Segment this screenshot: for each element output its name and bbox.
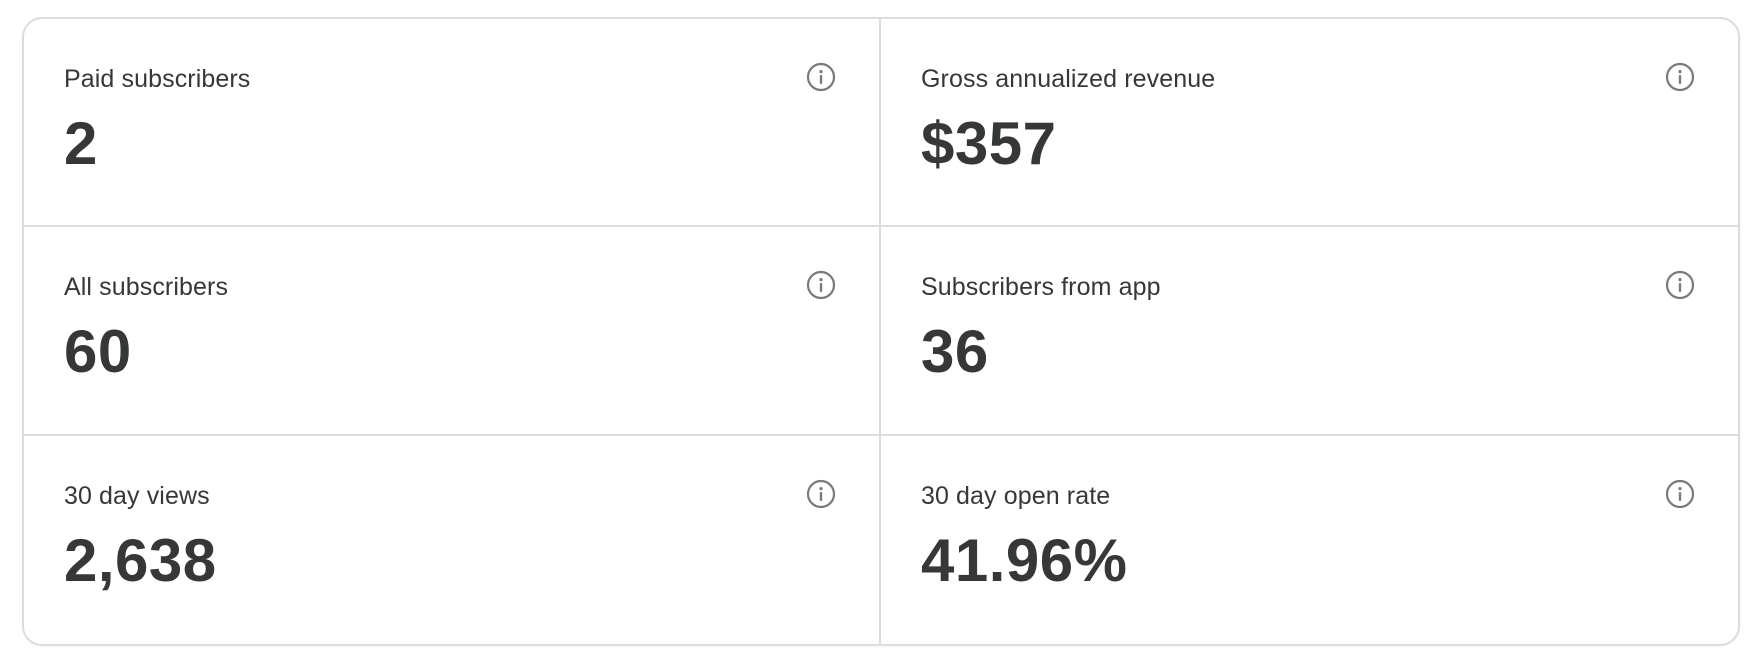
info-icon[interactable] <box>806 479 836 509</box>
stat-value: 36 <box>921 318 989 386</box>
stats-card: Paid subscribers 2 Gross annualized reve… <box>22 17 1740 646</box>
stat-label: All subscribers <box>64 273 229 302</box>
stat-all-subscribers: All subscribers 60 <box>24 227 881 436</box>
stat-value: 2,638 <box>64 526 217 594</box>
info-icon[interactable] <box>1665 479 1695 509</box>
stat-label: 30 day open rate <box>921 481 1111 510</box>
stat-subscribers-from-app: Subscribers from app 36 <box>881 227 1738 436</box>
stat-gross-annualized-revenue: Gross annualized revenue $357 <box>881 19 1738 228</box>
info-icon[interactable] <box>806 62 836 92</box>
stat-30-day-open-rate: 30 day open rate 41.96% <box>881 436 1738 644</box>
stat-label: Subscribers from app <box>921 273 1161 302</box>
info-icon[interactable] <box>1665 62 1695 92</box>
stat-paid-subscribers: Paid subscribers 2 <box>24 19 881 228</box>
stat-value: 41.96% <box>921 526 1128 594</box>
stat-value: $357 <box>921 110 1057 177</box>
info-icon[interactable] <box>1665 270 1695 300</box>
stat-30-day-views: 30 day views 2,638 <box>24 435 881 644</box>
stat-value: 60 <box>64 318 132 386</box>
stat-value: 2 <box>64 110 98 177</box>
stat-label: 30 day views <box>64 481 210 510</box>
info-icon[interactable] <box>806 270 836 300</box>
stat-label: Gross annualized revenue <box>921 65 1216 93</box>
stat-label: Paid subscribers <box>64 65 251 93</box>
